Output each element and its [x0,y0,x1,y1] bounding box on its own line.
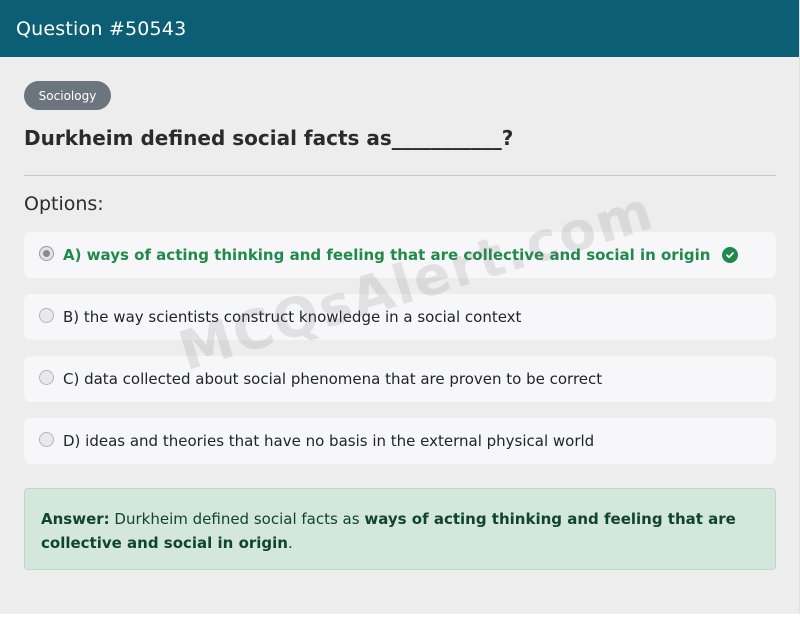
radio-button[interactable] [39,307,54,323]
option-c-text: C) data collected about social phenomena… [63,370,603,388]
radio-button[interactable] [39,369,54,385]
category-badge[interactable]: Sociology [24,81,111,110]
option-a[interactable]: A) ways of acting thinking and feeling t… [24,232,776,278]
card-header: Question #50543 [0,0,799,57]
question-card: Question #50543 Sociology Durkheim defin… [0,0,800,614]
answer-value-line2: collective and social in origin [41,534,288,552]
question-text: Durkheim defined social facts as________… [24,126,514,150]
check-circle-icon [722,247,739,263]
option-d[interactable]: D) ideas and theories that have no basis… [24,418,776,464]
answer-suffix: . [288,534,293,552]
answer-prefix: Durkheim defined social facts as [109,510,365,528]
option-c[interactable]: C) data collected about social phenomena… [24,356,776,402]
options-label: Options: [24,193,104,215]
radio-button[interactable] [39,431,54,447]
option-b[interactable]: B) the way scientists construct knowledg… [24,294,776,340]
option-a-text: A) ways of acting thinking and feeling t… [63,246,711,264]
answer-box: Answer: Durkheim defined social facts as… [24,488,776,570]
option-b-text: B) the way scientists construct knowledg… [63,308,522,326]
option-d-text: D) ideas and theories that have no basis… [63,432,595,450]
question-number-title: Question #50543 [16,17,187,40]
answer-value-line1: ways of acting thinking and feeling that… [364,510,736,528]
divider [24,175,776,176]
radio-button-selected[interactable] [39,245,54,261]
answer-label: Answer: [41,510,110,528]
